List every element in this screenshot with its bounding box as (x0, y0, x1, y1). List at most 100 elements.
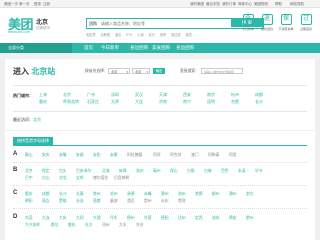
city-link[interactable]: 大庆 (59, 216, 67, 221)
city-link[interactable]: 深圳 (111, 92, 119, 98)
city-link[interactable]: 都匀 (51, 223, 59, 228)
nav-item-nearby-2[interactable]: 身边团购 (176, 43, 194, 53)
top-link-sitemap[interactable]: 网站导航 (290, 2, 304, 7)
city-link[interactable]: 东营 (144, 216, 152, 221)
city-link[interactable]: 阿克苏 (170, 153, 181, 158)
city-link[interactable]: 东台 (136, 223, 144, 228)
city-link[interactable]: 东方 (85, 223, 93, 228)
city-link[interactable]: 大丰 (119, 223, 127, 228)
city-link[interactable]: 大连 (135, 99, 143, 105)
city-link[interactable]: 阿勒泰 (208, 153, 219, 158)
city-link[interactable]: 蚌埠 (119, 169, 127, 174)
province-select[interactable]: 北京 (108, 68, 130, 75)
nav-item-home[interactable]: 首页 (84, 43, 93, 53)
city-link[interactable]: 德阳 (161, 216, 169, 221)
city-link[interactable]: 赤峰 (144, 192, 152, 197)
city-link[interactable]: 阿拉善盟 (127, 153, 142, 158)
city-link[interactable]: 百色 (221, 169, 229, 174)
city-link[interactable]: 潮州 (229, 192, 237, 197)
city-link[interactable]: 阿坝 (153, 153, 161, 158)
city-link[interactable]: 亳州 (153, 169, 161, 174)
city-link[interactable]: 白城 (204, 169, 212, 174)
city-link[interactable]: 达州 (178, 216, 186, 221)
city-link[interactable]: 大同 (76, 216, 84, 221)
city-link[interactable]: 鞍山 (25, 153, 33, 158)
city-select[interactable]: 北京 (132, 68, 150, 75)
city-link[interactable]: 长沙 (255, 99, 263, 105)
city-link[interactable]: 安康 (110, 153, 118, 158)
hot-link[interactable]: KTV (126, 33, 132, 37)
top-link-recent[interactable]: 最近浏览 (206, 2, 220, 7)
city-link[interactable]: 毕节 (255, 169, 263, 174)
city-link[interactable]: 东莞 (25, 216, 33, 221)
city-link[interactable]: 白银 (187, 169, 195, 174)
city-link[interactable]: 长春 (76, 192, 84, 197)
city-link[interactable]: 北京 (63, 92, 71, 98)
city-link[interactable]: 广州 (87, 92, 95, 98)
city-link[interactable]: 包头 (59, 169, 67, 174)
city-link[interactable]: 德宏 (229, 216, 237, 221)
city-link[interactable]: 邓州 (102, 223, 110, 228)
recent-city-link[interactable]: 北京 (33, 117, 41, 122)
city-link[interactable]: 济南 (159, 99, 167, 105)
city-link[interactable]: 长沙 (59, 192, 67, 197)
city-link[interactable]: 重庆 (39, 99, 47, 105)
search-input[interactable] (101, 19, 231, 27)
all-categories-button[interactable]: 全部分类 (0, 43, 72, 53)
city-link[interactable]: 合肥 (231, 99, 239, 105)
city-link[interactable]: 武汉 (135, 92, 143, 98)
city-link[interactable]: 常州 (93, 192, 101, 197)
city-link[interactable]: 本溪 (238, 169, 246, 174)
tab-by-letter[interactable]: 按拼音首字母选择 (13, 137, 53, 145)
city-link[interactable]: 滁州 (161, 192, 169, 197)
hot-link[interactable]: 周边游 (171, 33, 181, 37)
city-link[interactable]: 朝阳 (25, 199, 33, 204)
city-link[interactable]: 安顺 (76, 153, 84, 158)
top-link-orders[interactable]: 我的订单 (222, 2, 236, 7)
city-link[interactable]: 郴州 (212, 192, 220, 197)
top-link-my[interactable]: 我的美团 (190, 2, 204, 7)
city-link[interactable]: 巴彦淖尔 (76, 169, 91, 174)
city-link[interactable]: 大理 (93, 216, 101, 221)
city-link[interactable]: 重庆 (25, 192, 33, 197)
city-link[interactable]: 崇左 (246, 192, 254, 197)
city-link[interactable]: 昌都 (93, 199, 101, 204)
city-link[interactable]: 北屯 (59, 176, 67, 181)
city-link[interactable]: 定西 (195, 216, 203, 221)
city-search-input[interactable]: 请输入城市中文或拼音 (201, 68, 243, 74)
city-link[interactable]: 北京 (25, 169, 33, 174)
city-link[interactable]: 博尔塔拉 (93, 176, 108, 181)
nav-item-today[interactable]: 今日新单 (101, 43, 119, 53)
hot-link[interactable]: 按摩 (160, 33, 166, 37)
city-link[interactable]: 保定 (42, 169, 50, 174)
nav-item-food[interactable]: 美食团购 (152, 43, 170, 53)
city-link[interactable]: 成都 (255, 92, 263, 98)
top-link-help[interactable]: 帮助 (275, 2, 282, 7)
city-link[interactable]: 沧州 (110, 192, 118, 197)
city-link[interactable]: 大连 (42, 216, 50, 221)
search-category-tab[interactable]: 团购 (89, 21, 97, 27)
city-link[interactable]: 儋州 (246, 216, 254, 221)
city-link[interactable]: 大兴安岭 (25, 223, 40, 228)
city-link[interactable]: 巴中 (25, 176, 33, 181)
city-link[interactable]: 阿里 (229, 153, 237, 158)
city-link[interactable]: 石家庄 (87, 99, 99, 105)
confirm-button[interactable]: 确定 (153, 68, 165, 74)
city-link[interactable]: 巢湖 (110, 199, 118, 204)
city-link[interactable]: 敦化 (68, 223, 76, 228)
city-link[interactable]: 北海 (102, 169, 110, 174)
city-link[interactable]: 长治 (76, 199, 84, 204)
hot-link[interactable]: 足疗 (149, 33, 155, 37)
login-link[interactable]: 登录 (34, 2, 41, 7)
city-link[interactable]: 迪庆 (212, 216, 220, 221)
city-link[interactable]: 崇州 (144, 199, 152, 204)
city-link[interactable]: 安徽 (59, 153, 67, 158)
city-link[interactable]: 澳门 (191, 153, 199, 158)
city-link[interactable]: 宝鸡 (76, 176, 84, 181)
city-link[interactable]: 常熟 (178, 199, 186, 204)
city-link[interactable]: 澄迈 (127, 199, 135, 204)
hot-link[interactable]: 电影票 (86, 33, 96, 37)
city-link[interactable]: 西安 (183, 92, 191, 98)
city-link[interactable]: 楚雄 (59, 199, 67, 204)
switch-city-link[interactable]: 切换城市 (36, 26, 50, 31)
